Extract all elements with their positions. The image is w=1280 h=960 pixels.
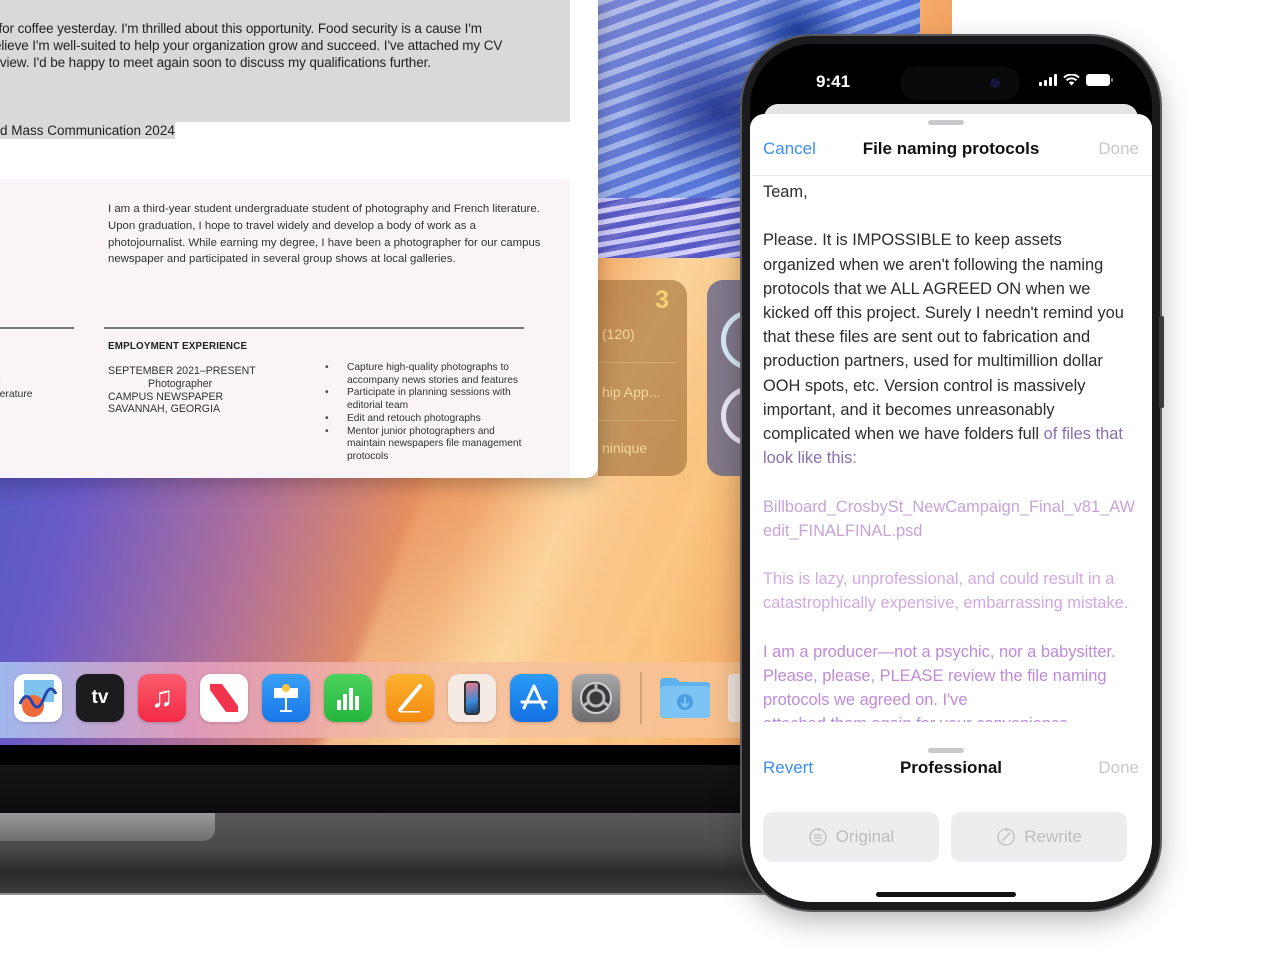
job-dates: SEPTEMBER 2021–PRESENT	[108, 365, 256, 377]
cover-letter-selection[interactable]: ou for coffee yesterday. I'm thrilled ab…	[0, 0, 570, 122]
divider	[104, 327, 524, 329]
original-label: Original	[835, 827, 895, 846]
message-paragraph: Please. It is IMPOSSIBLE to keep assets …	[763, 228, 1135, 470]
job-location: SAVANNAH, GEORGIA	[108, 403, 221, 416]
education-line: RTS	[0, 375, 33, 388]
mail-widget-row[interactable]: hip App...	[602, 384, 660, 400]
message-body[interactable]: Team, Please. It is IMPOSSIBLE to keep a…	[763, 180, 1135, 722]
mail-widget-row[interactable]: (120)	[602, 326, 635, 342]
status-time: 9:41	[816, 72, 851, 91]
apple-tv-icon[interactable]: tv	[76, 674, 124, 722]
job-employer: CAMPUS NEWSPAPER	[108, 390, 224, 403]
side-button	[1159, 316, 1164, 408]
original-text-icon	[808, 827, 827, 846]
greeting: Team,	[763, 183, 808, 201]
done-button[interactable]: Done	[1098, 139, 1139, 159]
freeform-icon[interactable]	[14, 674, 62, 722]
divider	[598, 362, 678, 363]
job-entry: SEPTEMBER 2021–PRESENT Photographer CAMP…	[108, 365, 256, 416]
status-icons	[1039, 74, 1113, 86]
camera-icon	[990, 78, 1000, 88]
mail-widget-count: 3	[655, 286, 669, 314]
divider	[598, 420, 678, 421]
divider	[0, 327, 74, 329]
rewrite-icon	[997, 827, 1015, 846]
iphone-mirroring-icon[interactable]	[448, 674, 496, 722]
battery-icon	[1086, 74, 1113, 86]
music-icon[interactable]: ♫	[138, 674, 186, 722]
cover-letter-line: l believe I'm well-suited to help your o…	[0, 38, 503, 53]
education-info: RTS h Literature	[0, 375, 33, 401]
document-window[interactable]: ou for coffee yesterday. I'm thrilled ab…	[0, 0, 598, 478]
mail-widget-row[interactable]: ninique	[602, 440, 647, 456]
cancel-button[interactable]: Cancel	[763, 139, 816, 159]
dynamic-island	[900, 66, 1020, 100]
job-duties-list: Capture high-quality photographs to acco…	[325, 362, 525, 464]
sheet-grabber[interactable]	[928, 120, 964, 125]
rewrite-button[interactable]: Rewrite	[951, 812, 1127, 862]
wifi-icon	[1063, 74, 1080, 86]
resume-page: y I am a third-year student undergraduat…	[0, 179, 570, 478]
app-store-icon[interactable]	[510, 674, 558, 722]
writing-tools-sheet: Cancel File naming protocols Done Team, …	[750, 114, 1152, 902]
cover-letter-line: r review. I'd be happy to meet again soo…	[0, 55, 431, 70]
message-paragraph: I am a producer—not a psychic, nor a bab…	[763, 642, 1116, 710]
keynote-icon[interactable]	[262, 674, 310, 722]
revert-button[interactable]: Revert	[763, 758, 813, 778]
cellular-signal-icon	[1039, 74, 1057, 86]
list-item: Participate in planning sessions with ed…	[325, 387, 525, 412]
message-paragraph-overflow: attached them again for your convenience	[763, 712, 1135, 722]
list-item: Capture high-quality photographs to acco…	[325, 362, 525, 387]
home-indicator[interactable]	[876, 892, 1016, 897]
apple-tv-label: tv	[91, 687, 109, 708]
news-icon[interactable]	[200, 674, 248, 722]
job-title: Photographer	[148, 377, 213, 390]
panel-grabber[interactable]	[928, 748, 964, 753]
iphone: 9:41 Cancel File naming protocols Done T…	[742, 36, 1164, 910]
downloads-folder-icon[interactable]	[658, 674, 712, 722]
pages-icon[interactable]	[386, 674, 434, 722]
list-item: Mentor junior photographers and maintain…	[325, 426, 525, 464]
rewrite-label: Rewrite	[1024, 827, 1082, 846]
system-settings-icon[interactable]	[572, 674, 620, 722]
message-paragraph: This is lazy, unprofessional, and could …	[763, 570, 1129, 613]
list-item: Edit and retouch photographs	[325, 413, 525, 426]
phone-screen: 9:41 Cancel File naming protocols Done T…	[750, 44, 1152, 902]
education-line: h Literature	[0, 389, 33, 400]
cover-letter-line: ou for coffee yesterday. I'm thrilled ab…	[0, 21, 482, 36]
mail-widget[interactable]: 3 (120) hip App... ninique	[598, 280, 687, 476]
employment-heading: EMPLOYMENT EXPERIENCE	[108, 341, 248, 352]
numbers-icon[interactable]	[324, 674, 372, 722]
paragraph-text: Please. It is IMPOSSIBLE to keep assets …	[763, 231, 1124, 444]
original-button[interactable]: Original	[763, 812, 939, 862]
panel-done-button[interactable]: Done	[1098, 758, 1139, 778]
sheet-nav-bar: Cancel File naming protocols Done	[750, 130, 1152, 176]
tone-panel: Revert Professional Done Original Rewrit…	[750, 744, 1152, 902]
degree-line: d Mass Communication 2024	[0, 122, 175, 139]
macbook-lid-notch	[0, 813, 215, 841]
resume-summary: I am a third-year student undergraduate …	[108, 203, 541, 266]
example-filename: Billboard_CrosbySt_NewCampaign_Final_v81…	[763, 497, 1136, 540]
dock-separator	[640, 672, 642, 724]
